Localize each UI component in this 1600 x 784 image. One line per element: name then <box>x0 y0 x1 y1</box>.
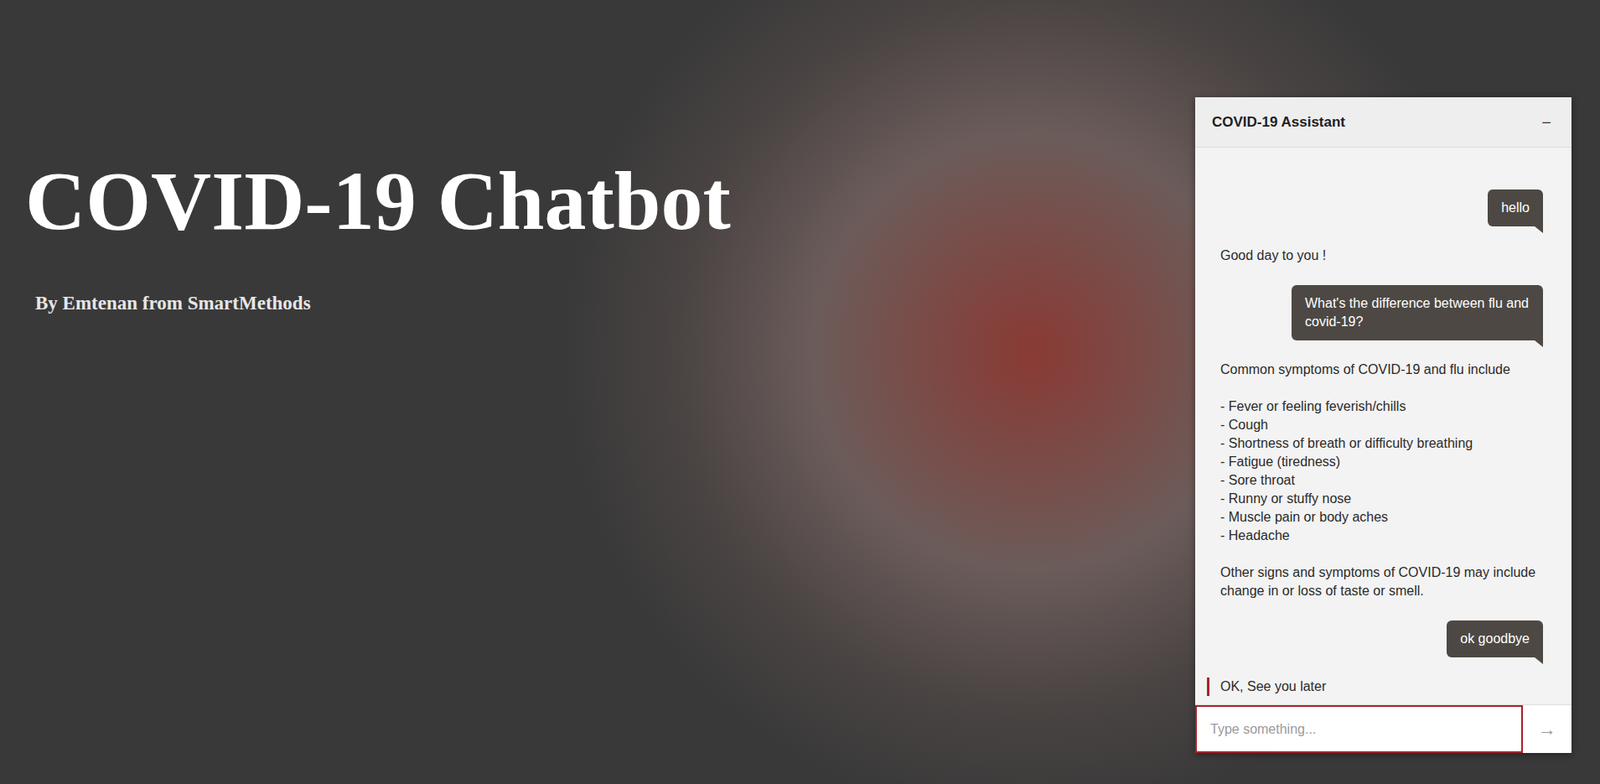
chat-title: COVID-19 Assistant <box>1211 111 1346 134</box>
bot-message-latest: OK, See you later <box>1206 677 1572 696</box>
page-title: COVID-19 Chatbot <box>25 155 1196 248</box>
hero: COVID-19 Chatbot By Emtenan from SmartMet… <box>0 0 1196 784</box>
bot-message: Good day to you ! <box>1195 246 1572 265</box>
user-bubble: ok goodbye <box>1446 620 1544 658</box>
chat-header: COVID-19 Assistant − <box>1195 97 1572 148</box>
chat-panel-column: COVID-19 Assistant − hello Good day to you … <box>1195 0 1600 784</box>
user-message: What's the difference between flu and co… <box>1195 284 1572 341</box>
page: COVID-19 Chatbot By Emtenan from SmartMet… <box>0 0 1600 784</box>
bubble-tail <box>1534 226 1544 234</box>
send-button[interactable]: → <box>1522 704 1572 753</box>
message-list: hello Good day to you ! What's the differe… <box>1195 147 1572 705</box>
user-bubble: hello <box>1487 189 1544 227</box>
user-message: hello <box>1195 189 1572 227</box>
minimize-button[interactable]: − <box>1537 109 1555 135</box>
user-bubble: What's the difference between flu and co… <box>1291 284 1544 341</box>
user-message: ok goodbye <box>1195 620 1572 658</box>
input-bar: → <box>1195 704 1572 753</box>
message-input[interactable] <box>1195 704 1523 753</box>
page-subtitle: By Emtenan from SmartMethods <box>35 289 1196 319</box>
bot-message: Common symptoms of COVID-19 and flu incl… <box>1195 360 1572 601</box>
chat-widget: COVID-19 Assistant − hello Good day to you … <box>1195 97 1572 753</box>
bubble-tail <box>1534 340 1544 347</box>
bubble-tail <box>1534 657 1544 664</box>
